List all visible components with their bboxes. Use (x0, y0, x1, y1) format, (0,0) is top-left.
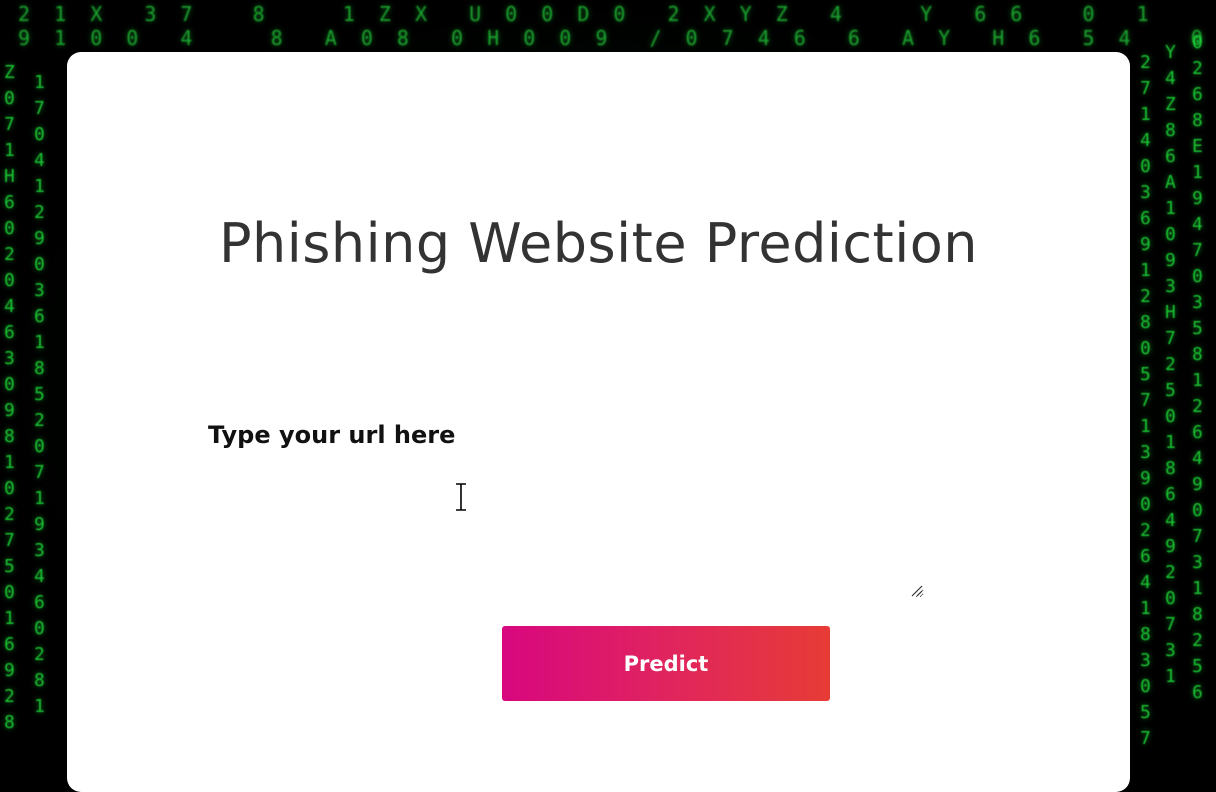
matrix-glyph-column: Z 0 7 1 H 6 0 2 0 4 6 3 0 9 8 1 0 2 7 5 … (4, 62, 15, 733)
matrix-glyph-column: 0 2 6 8 E 1 9 4 7 0 3 5 8 1 2 6 4 9 0 7 … (1192, 32, 1203, 703)
url-field-label: Type your url here (208, 421, 456, 449)
url-textarea[interactable] (208, 462, 924, 598)
matrix-glyph-column: 1 7 0 4 1 2 9 0 3 6 1 8 5 2 0 7 1 9 3 4 … (34, 72, 45, 717)
matrix-glyph-column: 2 7 1 4 0 3 6 9 1 2 8 0 5 7 1 3 9 0 2 6 … (1140, 52, 1151, 749)
predict-button[interactable]: Predict (502, 626, 830, 701)
matrix-glyph-column: Y 4 Z 8 6 A 1 0 9 3 H 7 2 5 0 1 8 6 4 9 … (1165, 42, 1176, 687)
prediction-card: Phishing Website Prediction Type your ur… (67, 52, 1130, 792)
resize-grip-icon[interactable] (910, 584, 924, 598)
matrix-glyph-row: 9 1 0 0 4 8 A 0 8 0 H 0 0 9 / 0 7 4 6 6 … (0, 26, 1216, 50)
page-title: Phishing Website Prediction (218, 212, 978, 275)
text-cursor-icon (456, 483, 466, 511)
matrix-glyph-row: 2 1 X 3 7 8 1 Z X U 0 0 D 0 2 X Y Z 4 Y … (0, 2, 1155, 26)
